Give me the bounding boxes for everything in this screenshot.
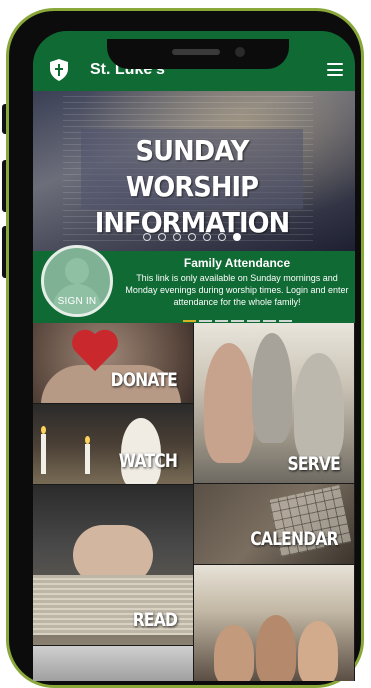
pager-bar[interactable] [247,320,260,322]
read-tile[interactable]: READ [33,485,193,645]
hamburger-menu-icon[interactable] [327,63,343,76]
pager-bar[interactable] [199,320,212,322]
calendar-label: CALENDAR [250,528,338,550]
hero-banner[interactable]: SUNDAY WORSHIP INFORMATION [33,91,355,251]
volunteer-image [294,353,344,463]
pager-bar-active[interactable] [183,320,196,322]
carousel-dot[interactable] [173,233,181,241]
bottom-tile[interactable] [33,646,193,681]
attendance-description: This link is only available on Sunday mo… [125,273,349,307]
shield-cross-icon[interactable] [49,59,69,81]
watch-tile[interactable]: WATCH [33,404,193,484]
sign-in-label[interactable]: SIGN IN [44,296,110,307]
flame-image [85,436,90,444]
pager-bar[interactable] [263,320,276,322]
carousel-dot[interactable] [158,233,166,241]
speaker-grille [172,49,220,55]
attendance-title: Family Attendance [183,256,291,270]
read-label: READ [132,609,178,631]
candle-image [85,444,90,474]
volunteer-image [252,333,292,443]
sign-in-avatar[interactable]: SIGN IN [41,245,113,317]
app-screen: St. Luke's SUNDAY WORSHIP INFORMATION SI… [33,31,355,681]
carousel-dot-active[interactable] [233,233,241,241]
serve-tile[interactable]: SERVE [194,323,354,483]
pager-bar[interactable] [215,320,228,322]
hero-title-line-1: SUNDAY WORSHIP [125,134,259,203]
front-camera [235,47,245,57]
phone-frame: St. Luke's SUNDAY WORSHIP INFORMATION SI… [6,8,364,688]
carousel-dot[interactable] [188,233,196,241]
group-photo-image [214,625,254,681]
carousel-dot[interactable] [218,233,226,241]
flame-image [41,426,46,434]
avatar-head-icon [65,258,89,284]
group-photo-image [298,621,338,681]
hero-title: SUNDAY WORSHIP INFORMATION [90,133,294,241]
carousel-indicators [143,233,241,243]
phone-notch [107,39,289,69]
candle-image [41,434,46,474]
pager-bar[interactable] [279,320,292,322]
carousel-dot[interactable] [143,233,151,241]
carousel-dot[interactable] [203,233,211,241]
donate-label: DONATE [110,369,178,391]
calendar-tile[interactable]: CALENDAR [194,484,354,564]
watch-label: WATCH [118,450,178,472]
pager-bar[interactable] [231,320,244,322]
volunteer-image [204,343,254,463]
attendance-pager [183,320,292,322]
serve-label: SERVE [287,453,341,475]
family-attendance-banner[interactable]: SIGN IN Family Attendance This link is o… [33,245,355,323]
community-tile[interactable] [194,565,354,681]
donate-tile[interactable]: DONATE [33,323,193,403]
group-photo-image [256,615,296,681]
